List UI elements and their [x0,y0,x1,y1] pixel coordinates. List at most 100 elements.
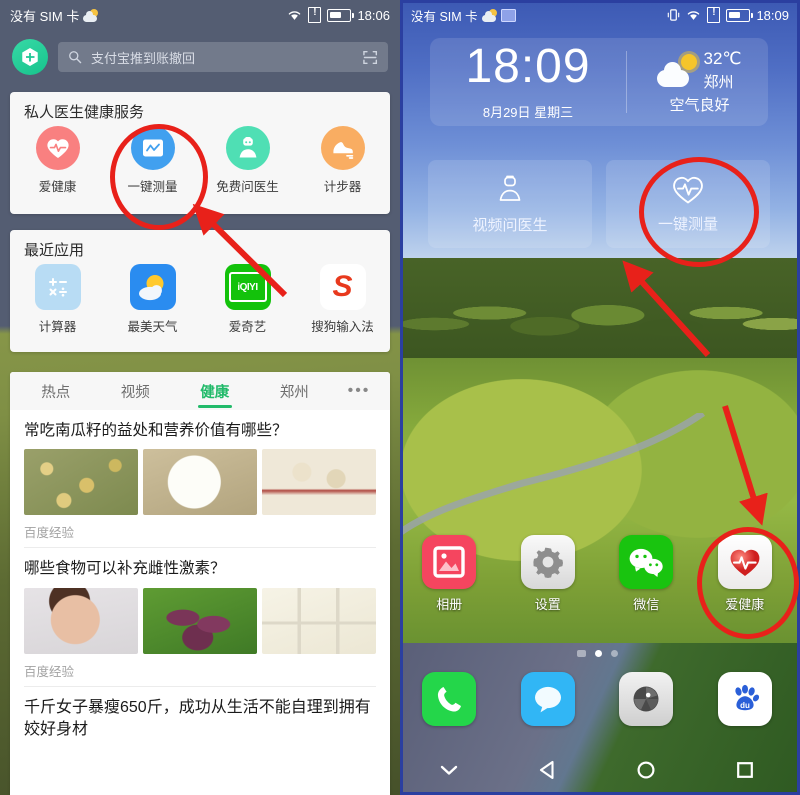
nav-back-button[interactable] [499,760,598,780]
app-label: 微信 [633,597,660,612]
shortcut-label: 一键测量 [657,215,718,233]
thumbnail-image [143,449,257,516]
nav-recents-button[interactable] [696,761,795,779]
system-nav-bar [400,748,794,792]
back-triangle-icon [539,760,554,780]
battery-icon [726,8,754,22]
clock-weather-widget[interactable]: 18:09 8月29日 星期三 32℃ 郑州 空气良好 [430,38,768,126]
shortcut-label: 视频问医生 [472,216,548,234]
health-services-card: 私人医生健康服务 爱健康 一键测量 免费问医生 计步器 [10,92,390,214]
left-phone-screen: 没有 SIM 卡 18:06 [0,0,400,795]
feed-item-thumbs [24,587,376,654]
app-label: 相册 [436,597,463,612]
battery-icon [327,8,355,22]
wifi-icon [289,11,301,20]
chevron-down-icon [441,765,458,775]
tab-health[interactable]: 健康 [175,372,255,410]
tab-zhengzhou[interactable]: 郑州 [255,372,335,410]
page-dot-active[interactable] [594,650,602,657]
health-item-label: 爱健康 [38,180,77,194]
page-indicator-dots [400,650,794,657]
home-app-row-1: 相册 设置 微信 爱健康 [400,535,794,613]
recent-item-sogou[interactable]: S 搜狗输入法 [295,264,390,345]
thumbnail-image [143,587,257,654]
sun-behind-cloud-icon [657,53,699,88]
thumbnail-image [262,449,376,516]
measure-chart-icon [130,126,175,170]
app-wechat[interactable]: 微信 [597,535,696,613]
recents-square-icon [736,762,753,778]
search-query-text: 支付宝推到账撤回 [91,50,196,66]
health-item-one-tap-measure[interactable]: 一键测量 [105,126,200,205]
shortcut-one-tap-measure[interactable]: 一键测量 [606,160,770,248]
app-settings[interactable]: 设置 [499,535,598,613]
feed-item-thumbs [24,449,376,516]
feed-tab-bar: 热点 视频 健康 郑州 ••• [10,372,390,410]
health-icon-row: 爱健康 一键测量 免费问医生 计步器 [10,126,390,205]
screenshot-icon [500,8,516,22]
app-baidu[interactable]: du [696,672,795,731]
nav-home-button[interactable] [597,760,696,780]
search-input[interactable]: 支付宝推到账撤回 [58,42,388,72]
recent-item-calculator[interactable]: 计算器 [10,264,105,345]
app-phone[interactable] [400,672,499,731]
calculator-icon [34,264,81,310]
carrier-label: 没有 SIM 卡 [411,9,478,24]
health-item-pedometer[interactable]: 计步器 [295,126,390,205]
thumbnail-image [24,449,138,516]
app-messages[interactable] [499,672,598,731]
app-ai-jiankang[interactable]: 爱健康 [696,535,795,613]
status-time: 18:09 [756,7,789,23]
weather-sun-cloud-icon [83,8,99,22]
carrier-label: 没有 SIM 卡 [10,8,80,24]
clock-time: 18:09 [465,40,591,93]
svg-text:du: du [740,701,750,710]
doctor-outline-icon [499,175,521,201]
app-camera[interactable] [597,672,696,731]
page-dot[interactable] [610,650,618,657]
nav-hide-button[interactable] [400,763,499,777]
feed-item-source: 百度经验 [24,526,75,541]
shortcut-video-ask-doctor[interactable]: 视频问医生 [428,160,592,248]
tab-more-icon[interactable]: ••• [334,372,384,410]
feed-item[interactable]: 哪些食物可以补充雌性激素？ 百度经验 [24,548,376,687]
app-album[interactable]: 相册 [400,535,499,613]
running-shoe-icon [320,126,365,170]
right-phone-screen: 没有 SIM 卡 18:09 [400,0,800,795]
baidu-plus-logo-icon[interactable] [12,39,48,75]
health-item-label: 一键测量 [127,180,178,194]
health-card-title: 私人医生健康服务 [24,104,145,121]
weather-temperature: 32℃ [703,49,742,68]
search-icon [69,51,82,64]
clock-section[interactable]: 18:09 8月29日 星期三 [430,43,626,121]
page-dot[interactable] [576,650,586,657]
feed-item-source: 百度经验 [24,664,75,679]
feed-item[interactable]: 千斤女子暴瘦650斤，成功从生活不能自理到拥有姣好身材 [24,687,376,755]
recent-item-label: 最美天气 [127,320,178,334]
sogou-wordmark: S [332,270,353,303]
sim-card-alert-icon [707,6,721,23]
thumbnail-image [262,587,376,654]
health-item-label: 免费问医生 [216,180,279,194]
home-circle-icon [637,761,655,779]
recent-item-label: 爱奇艺 [228,320,267,334]
clock-date: 8月29日 星期三 [482,105,574,120]
doctor-icon [225,126,270,170]
screenshot-root: 没有 SIM 卡 18:06 [0,0,800,795]
weather-section[interactable]: 32℃ 郑州 空气良好 [627,49,768,115]
tab-hot[interactable]: 热点 [16,372,96,410]
health-item-ai-jiankang[interactable]: 爱健康 [10,126,105,205]
scan-code-icon[interactable] [363,50,378,65]
heart-pulse-outline-icon [673,176,703,203]
recent-item-label: 搜狗输入法 [311,320,374,334]
feed-item[interactable]: 常吃南瓜籽的益处和营养价值有哪些？ 百度经验 [24,410,376,549]
annotation-arrow-to-right-one-tap-measure [622,260,711,358]
tab-video[interactable]: 视频 [96,372,176,410]
weather-air-quality: 空气良好 [669,97,730,114]
health-item-free-ask-doctor[interactable]: 免费问医生 [200,126,295,205]
health-item-label: 计步器 [323,180,362,194]
sim-card-alert-icon [308,6,322,23]
weather-sun-cloud-icon [481,8,497,22]
phone-icon [422,672,477,726]
left-search-bar[interactable]: 支付宝推到账撤回 [0,34,400,80]
